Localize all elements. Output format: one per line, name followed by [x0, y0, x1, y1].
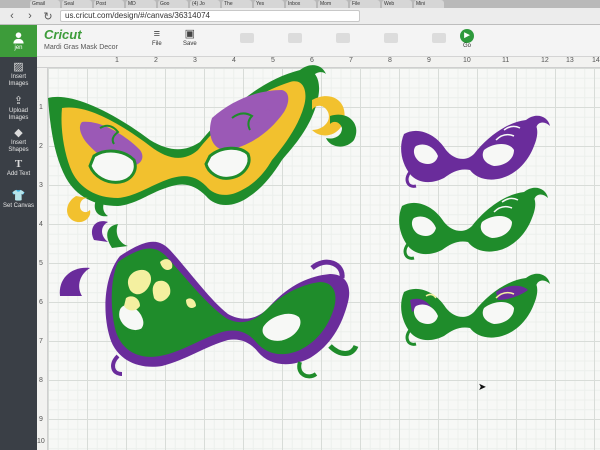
- mouse-cursor-icon: ➤: [478, 382, 487, 393]
- mask-artwork: [48, 65, 550, 379]
- mask-green-large[interactable]: [59, 221, 359, 379]
- mask-gold-large[interactable]: [48, 65, 357, 223]
- mask-purple-small[interactable]: [401, 115, 550, 188]
- mask-tricolor-small[interactable]: [401, 273, 550, 346]
- mask-green-small[interactable]: [399, 187, 548, 260]
